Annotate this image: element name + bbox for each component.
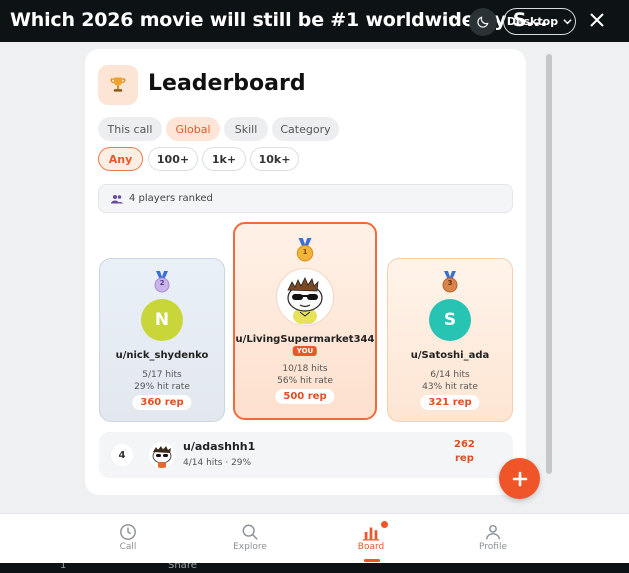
view-mode-dropdown[interactable]: Desktop: [503, 8, 576, 35]
nav-call-label: Call: [119, 542, 137, 552]
notification-dot: [381, 521, 388, 528]
nav-explore[interactable]: Explore: [215, 522, 285, 552]
filter-any[interactable]: Any: [98, 147, 143, 171]
podium-rank: 2: [159, 279, 165, 287]
podium-hits: 6/14 hits: [430, 370, 470, 380]
tab-global[interactable]: Global: [166, 117, 220, 141]
podium-rank: 3: [447, 279, 453, 287]
podium-hit-rate: 43% hit rate: [422, 382, 478, 392]
user-icon: [485, 524, 501, 540]
nav-board[interactable]: Board: [336, 522, 406, 552]
avatar: N: [141, 299, 183, 341]
snoo-avatar-icon: [287, 277, 323, 324]
main-area: Leaderboard This call Global Skill Categ…: [0, 42, 629, 513]
row-rep-unit: rep: [455, 453, 474, 464]
podium-rank: 1: [302, 248, 308, 256]
podium-rep: 500 rep: [275, 389, 335, 404]
search-icon: [242, 524, 258, 540]
create-call-button[interactable]: [499, 458, 540, 499]
comment-count[interactable]: 1: [60, 563, 66, 571]
nav-call[interactable]: Call: [93, 522, 163, 552]
leaderboard-card: Leaderboard This call Global Skill Categ…: [85, 49, 526, 495]
bar-chart-icon: [362, 527, 380, 541]
podium-second[interactable]: 2 N u/nick_shydenko 5/17 hits 29% hit ra…: [99, 258, 225, 422]
avatar: [276, 268, 334, 326]
podium-hit-rate: 56% hit rate: [277, 376, 333, 386]
theme-toggle-button[interactable]: [469, 8, 497, 36]
nav-board-label: Board: [357, 542, 385, 552]
avatar: S: [429, 299, 471, 341]
view-mode-label: Desktop: [506, 15, 559, 28]
players-ranked-text: 4 players ranked: [129, 193, 213, 204]
nav-profile[interactable]: Profile: [458, 522, 528, 552]
podium-username: u/LivingSupermarket344: [235, 334, 375, 345]
row-stats: 4/14 hits · 29%: [183, 458, 252, 468]
share-label[interactable]: Share: [168, 563, 197, 571]
page-title: Which 2026 movie will still be #1 worldw…: [10, 9, 548, 31]
podium-third[interactable]: 3 S u/Satoshi_ada 6/14 hits 43% hit rate…: [387, 258, 513, 422]
bottom-action-strip: 1 Share: [0, 563, 629, 573]
podium-username: u/Satoshi_ada: [410, 350, 490, 361]
podium-rep: 360 rep: [132, 395, 192, 410]
plus-icon: [512, 471, 527, 486]
tab-category[interactable]: Category: [272, 117, 339, 141]
filter-1k-plus[interactable]: 1k+: [202, 147, 246, 171]
avatar: [149, 442, 175, 468]
active-tab-indicator: [364, 559, 380, 562]
nav-profile-label: Profile: [479, 542, 507, 552]
clock-icon: [120, 524, 136, 540]
filter-10k-plus[interactable]: 10k+: [250, 147, 299, 171]
podium-rep: 321 rep: [420, 395, 480, 410]
podium-username: u/nick_shydenko: [115, 350, 209, 361]
moon-icon: [477, 16, 489, 28]
trophy-badge: [98, 65, 138, 105]
trophy-icon: [110, 77, 126, 92]
close-icon: [590, 13, 604, 27]
podium-hits: 5/17 hits: [142, 370, 182, 380]
tab-skill[interactable]: Skill: [224, 117, 268, 141]
leaderboard-title: Leaderboard: [148, 71, 306, 96]
close-button[interactable]: [586, 9, 608, 31]
row-rep: 262 rep: [454, 438, 475, 466]
podium-hit-rate: 29% hit rate: [134, 382, 190, 392]
row-rep-value: 262: [454, 439, 475, 450]
bottom-nav: Call Explore Board Profile: [0, 513, 629, 563]
top-bar: Which 2026 movie will still be #1 worldw…: [0, 0, 629, 42]
players-ranked-bar: 4 players ranked: [98, 184, 513, 213]
users-icon: [111, 194, 123, 203]
podium-hits: 10/18 hits: [282, 364, 328, 374]
scrollbar-thumb[interactable]: [546, 54, 552, 474]
row-rank: 4: [111, 444, 133, 466]
snoo-avatar-icon: [152, 446, 172, 468]
nav-explore-label: Explore: [233, 542, 267, 552]
tab-this-call[interactable]: This call: [98, 117, 162, 141]
more-dots-icon[interactable]: ⋯: [441, 8, 459, 29]
table-row[interactable]: 4 u/adashhh1 4/14 hits · 29% 262 rep: [99, 432, 513, 478]
chevron-down-icon: [563, 19, 572, 25]
scrollbar[interactable]: [546, 54, 552, 494]
filter-100-plus[interactable]: 100+: [148, 147, 198, 171]
you-badge: YOU: [292, 346, 318, 356]
row-username: u/adashhh1: [183, 440, 256, 453]
podium-first[interactable]: 1 u/LivingSupermarket344 YOU 10/18 hits …: [233, 222, 377, 420]
